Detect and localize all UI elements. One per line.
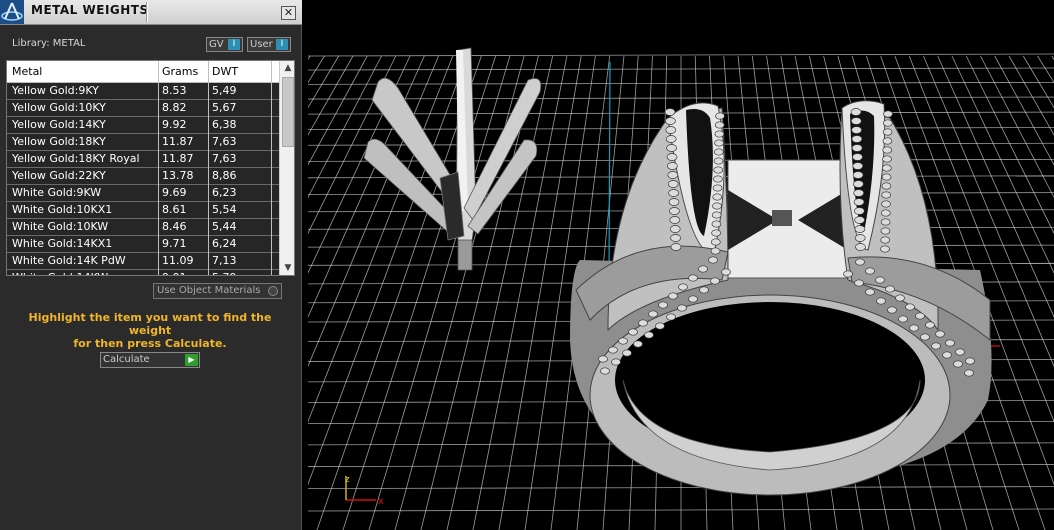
cell-grams: 13.78 bbox=[162, 169, 194, 182]
table-row[interactable]: White Gold:10KW 8.46 5,44 bbox=[7, 219, 279, 236]
cell-grams: 11.87 bbox=[162, 152, 194, 165]
gv-label: GV bbox=[209, 39, 224, 50]
use-object-materials-label: Use Object Materials bbox=[157, 285, 261, 296]
cell-metal: Yellow Gold:14KY bbox=[12, 118, 106, 131]
use-object-materials-toggle[interactable]: Use Object Materials bbox=[153, 283, 282, 299]
table-row[interactable]: White Gold:10KX1 8.61 5,54 bbox=[7, 202, 279, 219]
metal-table: Metal Grams DWT Yellow Gold:9KY 8.53 5,49 Y… bbox=[6, 60, 295, 276]
cell-metal: White Gold:14K PdW bbox=[12, 254, 126, 267]
axis-x-label: x bbox=[378, 496, 384, 507]
cell-metal: White Gold:10KX1 bbox=[12, 203, 113, 216]
table-row[interactable]: Yellow Gold:18KY 11.87 7,63 bbox=[7, 134, 279, 151]
column-header-grams[interactable]: Grams bbox=[162, 65, 198, 78]
cell-dwt: 5,67 bbox=[212, 101, 237, 114]
cell-metal: White Gold:10KW bbox=[12, 220, 109, 233]
table-row[interactable]: Yellow Gold:18KY Royal 11.87 7,63 bbox=[7, 151, 279, 168]
scroll-down-icon[interactable]: ▼ bbox=[280, 261, 294, 275]
table-header: Metal Grams DWT bbox=[7, 61, 279, 83]
scroll-up-icon[interactable]: ▲ bbox=[280, 61, 294, 75]
cell-grams: 9.92 bbox=[162, 118, 187, 131]
table-scrollbar[interactable]: ▲ ▼ bbox=[279, 61, 294, 275]
cell-metal: Yellow Gold:10KY bbox=[12, 101, 106, 114]
calculate-button[interactable]: Calculate ▶ bbox=[100, 352, 200, 368]
prong-head-model[interactable] bbox=[363, 47, 542, 271]
column-header-dwt[interactable]: DWT bbox=[212, 65, 238, 78]
3d-viewport[interactable]: x z bbox=[308, 0, 1054, 530]
toggle-icon: I bbox=[228, 39, 240, 50]
column-header-metal[interactable]: Metal bbox=[12, 65, 42, 78]
cell-grams: 8.46 bbox=[162, 220, 187, 233]
scroll-thumb[interactable] bbox=[282, 77, 294, 147]
play-icon: ▶ bbox=[185, 354, 198, 366]
y-axis-line bbox=[608, 61, 611, 281]
help-text: Highlight the item you want to find the … bbox=[10, 311, 290, 350]
cell-dwt: 6,38 bbox=[212, 118, 237, 131]
table-row[interactable]: Yellow Gold:22KY 13.78 8,86 bbox=[7, 168, 279, 185]
cell-grams: 11.87 bbox=[162, 135, 194, 148]
panel-title: METAL WEIGHTS bbox=[31, 3, 149, 17]
table-row[interactable]: White Gold:14K PdW 11.09 7,13 bbox=[7, 253, 279, 270]
cell-dwt: 7,63 bbox=[212, 152, 237, 165]
app-root: METAL WEIGHTS ✕ Library: METAL GV I User… bbox=[0, 0, 1054, 530]
cell-dwt: 6,23 bbox=[212, 186, 237, 199]
cell-metal: Yellow Gold:18KY bbox=[12, 135, 106, 148]
cell-metal: White Gold:14KX1 bbox=[12, 237, 113, 250]
library-label: Library: METAL bbox=[12, 38, 86, 49]
table-row[interactable]: White Gold:14KW 9.01 5,79 bbox=[7, 270, 279, 275]
cell-dwt: 7,63 bbox=[212, 135, 237, 148]
cell-grams: 9.71 bbox=[162, 237, 187, 250]
column-divider bbox=[158, 61, 159, 275]
axis-z-label: z bbox=[345, 475, 350, 485]
cell-metal: White Gold:9KW bbox=[12, 186, 102, 199]
cell-dwt: 7,13 bbox=[212, 254, 237, 267]
table-row[interactable]: Yellow Gold:10KY 8.82 5,67 bbox=[7, 100, 279, 117]
table-row[interactable]: Yellow Gold:14KY 9.92 6,38 bbox=[7, 117, 279, 134]
user-library-toggle[interactable]: User I bbox=[247, 37, 291, 52]
cell-dwt: 5,79 bbox=[212, 270, 237, 275]
close-button[interactable]: ✕ bbox=[281, 6, 296, 20]
table-row[interactable]: White Gold:9KW 9.69 6,23 bbox=[7, 185, 279, 202]
axis-triad-icon: x z bbox=[345, 475, 384, 507]
toggle-icon: I bbox=[276, 39, 288, 50]
cell-dwt: 5,49 bbox=[212, 84, 237, 97]
radio-icon bbox=[268, 286, 278, 296]
cell-metal: White Gold:14KW bbox=[12, 270, 108, 275]
user-label: User bbox=[250, 39, 273, 50]
column-divider bbox=[208, 61, 209, 275]
table-row[interactable]: Yellow Gold:9KY 8.53 5,49 bbox=[7, 83, 279, 100]
cell-grams: 8.82 bbox=[162, 101, 187, 114]
cell-grams: 9.01 bbox=[162, 270, 187, 275]
cell-grams: 9.69 bbox=[162, 186, 187, 199]
panel-titlebar[interactable]: METAL WEIGHTS ✕ bbox=[0, 0, 302, 25]
help-line-1: Highlight the item you want to find the … bbox=[28, 311, 272, 337]
app-logo-icon bbox=[0, 0, 24, 24]
cell-metal: Yellow Gold:22KY bbox=[12, 169, 106, 182]
cell-metal: Yellow Gold:18KY Royal bbox=[12, 152, 140, 165]
title-divider bbox=[146, 2, 148, 22]
viewport-canvas[interactable]: x z bbox=[308, 0, 1054, 530]
cell-dwt: 5,44 bbox=[212, 220, 237, 233]
cell-grams: 11.09 bbox=[162, 254, 194, 267]
cell-dwt: 8,86 bbox=[212, 169, 237, 182]
metal-weights-panel: METAL WEIGHTS ✕ Library: METAL GV I User… bbox=[0, 0, 302, 530]
cell-dwt: 6,24 bbox=[212, 237, 237, 250]
column-divider bbox=[271, 61, 272, 275]
calculate-label: Calculate bbox=[103, 354, 150, 365]
cell-dwt: 5,54 bbox=[212, 203, 237, 216]
table-row[interactable]: White Gold:14KX1 9.71 6,24 bbox=[7, 236, 279, 253]
cell-grams: 8.53 bbox=[162, 84, 187, 97]
table-body: Yellow Gold:9KY 8.53 5,49 Yellow Gold:10KY 8… bbox=[7, 83, 279, 275]
cell-metal: Yellow Gold:9KY bbox=[12, 84, 99, 97]
gv-library-toggle[interactable]: GV I bbox=[206, 37, 243, 52]
cell-grams: 8.61 bbox=[162, 203, 187, 216]
help-line-2: for then press Calculate. bbox=[73, 337, 227, 350]
